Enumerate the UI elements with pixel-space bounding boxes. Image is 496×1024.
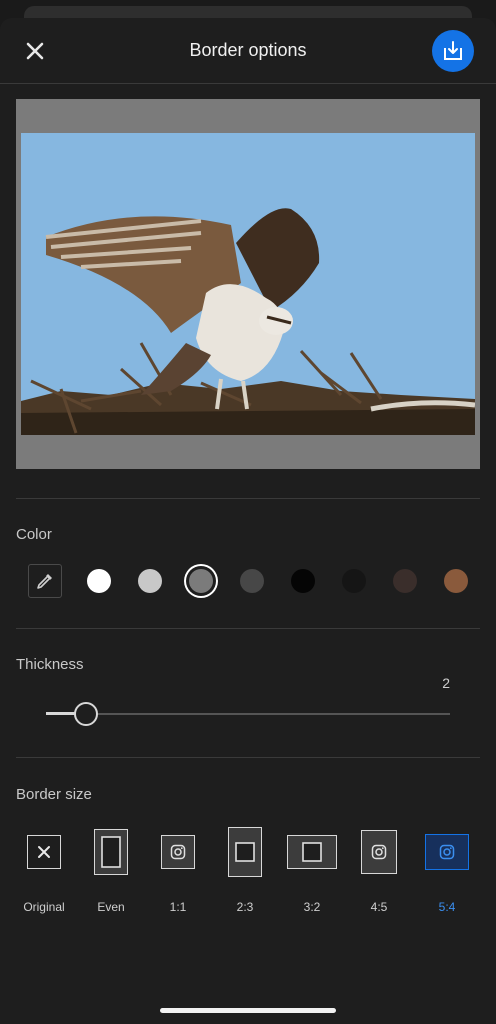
instagram-icon [439, 844, 455, 860]
color-swatch-mid-gray[interactable] [189, 569, 213, 593]
border-size-option-1-1[interactable]: 1:1 [148, 826, 208, 916]
divider [16, 498, 480, 499]
export-icon [444, 41, 462, 60]
thickness-slider-track[interactable] [46, 713, 450, 715]
border-size-section-label: Border size [16, 786, 92, 803]
border-size-label: Even [97, 900, 125, 914]
eyedropper-icon [37, 574, 52, 589]
portrait-frame-icon [101, 836, 121, 868]
border-size-thumbnail [27, 835, 61, 869]
color-swatch-white[interactable] [87, 569, 111, 593]
instagram-icon [371, 844, 387, 860]
header: Border options [0, 18, 496, 84]
divider [16, 757, 480, 758]
border-size-thumbnail [228, 827, 262, 877]
border-size-option-2-3[interactable]: 2:3 [215, 826, 275, 916]
border-size-label: 5:4 [438, 900, 456, 914]
color-swatch-near-black[interactable] [342, 569, 366, 593]
border-size-option-3-2[interactable]: 3:2 [282, 826, 342, 916]
border-size-label: Original [23, 900, 65, 914]
border-size-label: 2:3 [236, 900, 254, 914]
square-frame-icon [302, 842, 322, 862]
instagram-icon [170, 844, 186, 860]
border-size-option-even[interactable]: Even [81, 826, 141, 916]
divider [16, 628, 480, 629]
border-size-label: 4:5 [370, 900, 388, 914]
color-swatch-dark-gray[interactable] [240, 569, 264, 593]
thickness-section-label: Thickness [16, 656, 84, 673]
border-size-option-4-5[interactable]: 4:5 [349, 826, 409, 916]
square-frame-icon [235, 842, 255, 862]
no-border-icon [38, 846, 50, 858]
export-button[interactable] [432, 30, 474, 72]
osprey-photo [21, 133, 475, 435]
border-size-thumbnail [425, 834, 469, 870]
color-swatch-light-gray[interactable] [138, 569, 162, 593]
border-size-label: 3:2 [303, 900, 321, 914]
color-swatch-brown[interactable] [444, 569, 468, 593]
border-size-thumbnail [161, 835, 195, 869]
border-size-thumbnail [287, 835, 337, 869]
border-size-thumbnail [94, 829, 128, 875]
border-size-label: 1:1 [169, 900, 187, 914]
color-section-label: Color [16, 526, 52, 543]
border-size-thumbnail [361, 830, 397, 874]
color-swatch-dark-brown[interactable] [393, 569, 417, 593]
photo-preview [16, 99, 480, 469]
eyedropper-button[interactable] [28, 564, 62, 598]
home-indicator [160, 1008, 336, 1013]
color-swatch-black[interactable] [291, 569, 315, 593]
thickness-value: 2 [442, 675, 450, 691]
page-title: Border options [189, 40, 307, 60]
border-size-option-original[interactable]: Original [14, 826, 74, 916]
border-size-option-5-4[interactable]: 5:4 [417, 826, 477, 916]
